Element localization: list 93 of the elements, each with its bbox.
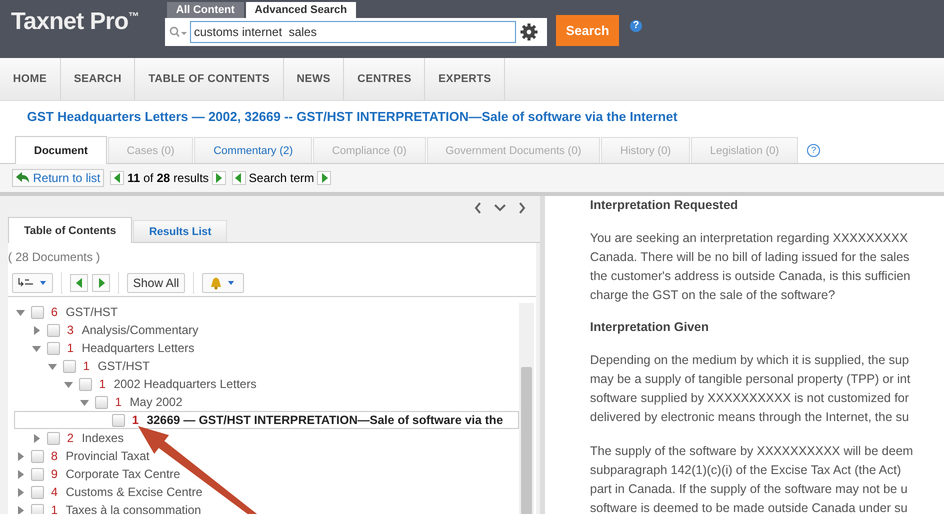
search-scope-tab[interactable]: Advanced Search: [246, 2, 356, 18]
checkbox[interactable]: [47, 432, 60, 444]
tree-item[interactable]: 1 32669 — GST/HST INTERPRETATION—Sale of software via the: [14, 411, 519, 429]
tree-item[interactable]: 1 Headquarters Letters: [14, 339, 519, 357]
show-all-button[interactable]: Show All: [127, 273, 186, 293]
expand-icon[interactable]: [32, 434, 41, 442]
panel-tab[interactable]: Table of Contents: [8, 217, 132, 243]
chevron-down-icon[interactable]: [494, 202, 506, 214]
nav-link[interactable]: HOME: [0, 58, 61, 100]
scrollbar[interactable]: [519, 303, 534, 514]
document-count: ( 28 Documents ): [8, 249, 102, 264]
checkbox[interactable]: [79, 378, 92, 390]
help-icon[interactable]: ?: [807, 144, 820, 157]
tree-item[interactable]: 6 GST/HST: [14, 303, 519, 321]
expand-icon[interactable]: [16, 470, 25, 478]
chevron-right-icon[interactable]: [518, 202, 526, 214]
checkbox[interactable]: [31, 468, 44, 480]
checkbox[interactable]: [31, 450, 44, 462]
tree-item[interactable]: 9 Corporate Tax Centre: [14, 465, 519, 483]
tree-item[interactable]: 2 Indexes: [14, 429, 519, 447]
expand-icon[interactable]: [32, 326, 41, 334]
checkbox[interactable]: [47, 342, 60, 354]
checkbox[interactable]: [95, 396, 108, 408]
paragraph-line: software is deemed to be made outside Canada under su: [590, 500, 909, 514]
paragraph-line: part in Canada. If the supply of the software may not be u: [590, 481, 909, 498]
triangle-left-icon: [74, 276, 84, 290]
nav-link[interactable]: CENTRES: [344, 58, 426, 100]
settings-icon[interactable]: [520, 23, 538, 41]
alert-dropdown[interactable]: [202, 273, 244, 293]
paragraph-line: subparagraph 142(1)(c)(i) of the Excise Tax Act (the Act): [590, 462, 902, 479]
checkbox[interactable]: [31, 504, 44, 514]
chevron-left-icon[interactable]: [474, 202, 482, 214]
next-result-button[interactable]: [212, 171, 226, 185]
previous-term-button[interactable]: [232, 171, 246, 185]
section-heading: Interpretation Requested: [590, 198, 739, 212]
paragraph-line: The supply of the software by XXXXXXXXXX will be deem: [590, 443, 914, 460]
checkbox[interactable]: [63, 360, 76, 372]
collapse-icon[interactable]: [16, 308, 25, 316]
checkbox[interactable]: [31, 306, 44, 318]
document-title: GST Headquarters Letters — 2002, 32669 -- GST/HST INTERPRETATION—Sale of software via the Internet: [26, 108, 678, 126]
next-button[interactable]: [92, 274, 110, 292]
tree-item[interactable]: 1 May 2002: [14, 393, 519, 411]
tree-item[interactable]: 1 2002 Headquarters Letters: [14, 375, 519, 393]
collapse-icon[interactable]: [32, 344, 41, 352]
tree-item[interactable]: 1 GST/HST: [14, 357, 519, 375]
document-tab[interactable]: Document: [15, 136, 107, 164]
nav-link[interactable]: NEWS: [284, 58, 344, 100]
previous-result-button[interactable]: [110, 171, 124, 185]
expand-icon[interactable]: [16, 488, 25, 496]
search-icon[interactable]: [168, 26, 190, 38]
nav-link[interactable]: SEARCH: [60, 58, 136, 100]
search-term-label: Search term: [248, 171, 314, 185]
paragraph-line: Canada. There will be no bill of lading issued for the sales: [590, 249, 910, 266]
checkbox[interactable]: [112, 414, 125, 426]
paragraph-line: software supplied by XXXXXXXXXX is not customized for: [590, 390, 910, 407]
collapse-icon[interactable]: [64, 380, 73, 388]
sort-icon: [18, 277, 34, 289]
search-field[interactable]: customs internet sales: [190, 21, 516, 43]
paragraph-line: may be a supply of tangible personal property (TPP) or int: [590, 371, 912, 388]
previous-button[interactable]: [70, 274, 88, 292]
tree-item[interactable]: 1 Taxes à la consommation: [14, 501, 519, 514]
search-scope-tab[interactable]: All Content: [167, 2, 244, 18]
triangle-left-icon: [112, 171, 123, 185]
expand-icon[interactable]: [16, 452, 25, 460]
nav-link[interactable]: TABLE OF CONTENTS: [135, 58, 284, 100]
checkbox[interactable]: [47, 324, 60, 336]
paragraph-line: the customer's address is outside Canada, is this sufficien: [590, 268, 912, 285]
caret-icon: [227, 280, 236, 286]
next-term-button[interactable]: [317, 171, 332, 185]
sort-dropdown[interactable]: [12, 273, 53, 293]
back-arrow-icon: [16, 172, 30, 184]
triangle-right-icon: [213, 171, 224, 185]
paragraph-line: Depending on the medium by which it is supplied, the sup: [590, 352, 910, 369]
caret-icon: [39, 280, 47, 286]
collapse-icon[interactable]: [80, 398, 89, 406]
help-icon[interactable]: ?: [630, 20, 642, 32]
result-counter: 11 of 28 results: [127, 171, 209, 185]
panel-tab[interactable]: Results List: [133, 220, 228, 242]
paragraph-line: delivered by electronic means through the Internet, the su: [590, 409, 910, 426]
tree-item[interactable]: 4 Customs & Excise Centre: [14, 483, 519, 501]
section-heading: Interpretation Given: [590, 320, 710, 334]
collapse-icon[interactable]: [48, 362, 57, 370]
paragraph-line: You are seeking an interpretation regarding XXXXXXXXX: [590, 230, 909, 247]
checkbox[interactable]: [31, 486, 44, 498]
document-tab[interactable]: Commentary (2): [194, 137, 312, 163]
tree-item[interactable]: 3 Analysis/Commentary: [14, 321, 519, 339]
expand-icon[interactable]: [16, 506, 25, 514]
nav-link[interactable]: EXPERTS: [425, 58, 506, 100]
return-to-list-button[interactable]: Return to list: [12, 169, 104, 187]
tree-item[interactable]: 8 Provincial Taxat: [14, 447, 519, 465]
paragraph-line: charge the GST on the sale of the software?: [590, 287, 836, 304]
bell-icon: [208, 276, 222, 290]
logo: Taxnet Pro$^{™}$: [11, 8, 140, 36]
